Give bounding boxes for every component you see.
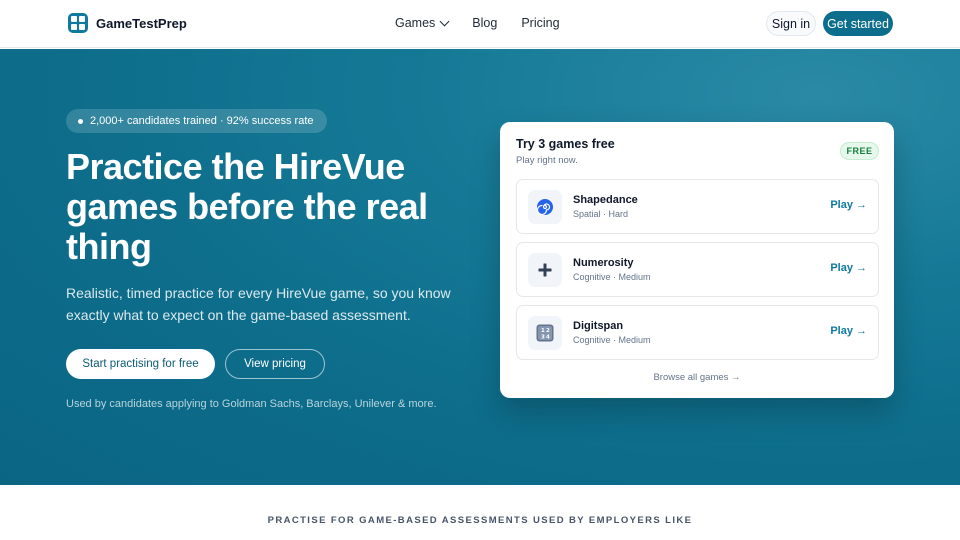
card-title: Try 3 games free bbox=[516, 137, 615, 151]
game-item-shapedance[interactable]: Shapedance Spatial · Hard Play → bbox=[516, 179, 879, 234]
spiral-icon bbox=[528, 190, 562, 224]
brand-logo[interactable]: GameTestPrep bbox=[68, 13, 187, 33]
svg-text:3: 3 bbox=[541, 335, 545, 341]
svg-text:1: 1 bbox=[541, 328, 545, 334]
nav-games[interactable]: Games bbox=[395, 16, 450, 30]
employers-note: Used by candidates applying to Goldman S… bbox=[66, 398, 437, 410]
start-practising-button[interactable]: Start practising for free bbox=[66, 349, 215, 379]
nav-games-label: Games bbox=[395, 16, 436, 30]
get-started-button[interactable]: Get started bbox=[823, 11, 893, 36]
svg-text:2: 2 bbox=[546, 328, 550, 334]
employers-section: PRACTISE FOR GAME-BASED ASSESSMENTS USED… bbox=[0, 485, 960, 540]
hero-section: 2,000+ candidates trained · 92% success … bbox=[0, 49, 960, 485]
stats-badge: 2,000+ candidates trained · 92% success … bbox=[66, 109, 327, 133]
game-name: Numerosity bbox=[573, 257, 634, 269]
game-name: Digitspan bbox=[573, 320, 624, 332]
nav-blog-label: Blog bbox=[472, 16, 498, 30]
game-meta: Cognitive · Medium bbox=[573, 335, 651, 345]
game-item-numerosity[interactable]: Numerosity Cognitive · Medium Play → bbox=[516, 242, 879, 297]
nav-pricing-label: Pricing bbox=[521, 16, 560, 30]
site-header: GameTestPrep Games Blog Pricing Sign in … bbox=[0, 0, 960, 48]
view-pricing-button[interactable]: View pricing bbox=[225, 349, 325, 379]
number-keypad-icon: 1 2 3 4 bbox=[528, 316, 562, 350]
free-badge: FREE bbox=[840, 142, 879, 160]
browse-all-games-link[interactable]: Browse all games → bbox=[500, 372, 894, 383]
hero-title: Practice the HireVue games before the re… bbox=[66, 146, 428, 267]
chevron-down-icon bbox=[439, 16, 450, 26]
nav-blog[interactable]: Blog bbox=[472, 16, 497, 30]
employers-section-title: PRACTISE FOR GAME-BASED ASSESSMENTS USED… bbox=[267, 515, 693, 526]
game-name: Shapedance bbox=[573, 194, 638, 206]
card-subtitle: Play right now. bbox=[516, 155, 578, 166]
svg-text:4: 4 bbox=[546, 335, 550, 341]
free-games-card: Try 3 games free Play right now. FREE Sh… bbox=[500, 122, 894, 398]
grid-logo-icon bbox=[68, 13, 88, 33]
play-link[interactable]: Play → bbox=[830, 199, 867, 211]
play-link[interactable]: Play → bbox=[830, 325, 867, 337]
stats-badge-text: 2,000+ candidates trained · 92% success … bbox=[90, 115, 314, 127]
game-meta: Cognitive · Medium bbox=[573, 272, 651, 282]
play-link[interactable]: Play → bbox=[830, 262, 867, 274]
game-meta: Spatial · Hard bbox=[573, 209, 629, 219]
game-item-digitspan[interactable]: 1 2 3 4 Digitspan Cognitive · Medium Pla… bbox=[516, 305, 879, 360]
dot-icon bbox=[78, 118, 83, 124]
main-nav: Games Blog Pricing bbox=[395, 16, 560, 30]
nav-pricing[interactable]: Pricing bbox=[521, 16, 559, 30]
sign-in-button[interactable]: Sign in bbox=[766, 11, 816, 36]
hero-subtitle: Realistic, timed practice for every Hire… bbox=[66, 285, 451, 323]
plus-icon bbox=[528, 253, 562, 287]
brand-name: GameTestPrep bbox=[96, 15, 187, 31]
